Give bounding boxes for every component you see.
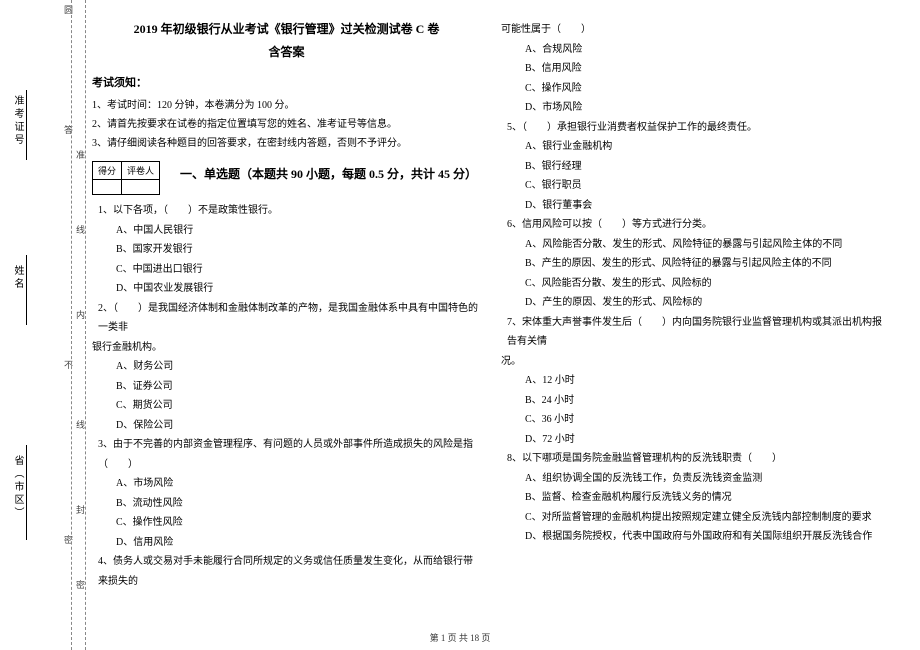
score-table: 得分 评卷人	[92, 161, 160, 195]
page-footer: 第 1 页 共 18 页	[0, 631, 920, 644]
notice-heading: 考试须知：	[92, 74, 481, 90]
q6-stem: 6、信用风险可以按（ ）等方式进行分类。	[501, 215, 890, 235]
q7-opt-d: D、72 小时	[501, 430, 890, 450]
field-province: 省（市区）	[10, 455, 25, 520]
q8-opt-b: B、监督、检查金融机构履行反洗钱义务的情况	[501, 488, 890, 508]
q1-stem: 1、以下各项，（ ）不是政策性银行。	[92, 201, 481, 221]
score-section-row: 得分 评卷人 一、单选题（本题共 90 小题，每题 0.5 分，共计 45 分）	[92, 161, 481, 195]
q5-stem: 5、（ ）承担银行业消费者权益保护工作的最终责任。	[501, 118, 890, 138]
q8-opt-c: C、对所监督管理的金融机构提出按照规定建立健全反洗钱内部控制制度的要求	[501, 508, 890, 528]
binding-inner-mark-5: 封	[74, 505, 87, 520]
q5-opt-a: A、银行业金融机构	[501, 137, 890, 157]
score-header-score: 得分	[93, 162, 122, 180]
q7-opt-a: A、12 小时	[501, 371, 890, 391]
q8-stem: 8、以下哪项是国务院金融监督管理机构的反洗钱职责（ ）	[501, 449, 890, 469]
section-1-heading: 一、单选题（本题共 90 小题，每题 0.5 分，共计 45 分）	[180, 165, 477, 182]
q7-opt-b: B、24 小时	[501, 391, 890, 411]
q3-opt-b: B、流动性风险	[92, 494, 481, 514]
binding-mark-3: 不	[62, 360, 75, 375]
binding-inner-mark-4: 线	[74, 420, 87, 435]
q3-opt-c: C、操作性风险	[92, 513, 481, 533]
left-column: 2019 年初级银行从业考试《银行管理》过关检测试卷 C 卷 含答案 考试须知：…	[92, 20, 481, 620]
q8-opt-a: A、组织协调全国的反洗钱工作，负责反洗钱资金监测	[501, 469, 890, 489]
underline-province	[26, 445, 27, 540]
q7-stem-cont: 况。	[501, 352, 890, 372]
field-name: 姓名	[10, 265, 25, 291]
q1-opt-c: C、中国进出口银行	[92, 260, 481, 280]
q4-opt-c: C、操作风险	[501, 79, 890, 99]
q3-opt-d: D、信用风险	[92, 533, 481, 553]
binding-mark-4: 密	[62, 535, 75, 550]
score-cell-grader	[122, 180, 160, 195]
q2-stem: 2、（ ）是我国经济体制和金融体制改革的产物，是我国金融体系中具有中国特色的一类…	[92, 299, 481, 338]
q2-opt-a: A、财务公司	[92, 357, 481, 377]
underline-ticket	[26, 90, 27, 160]
q6-opt-d: D、产生的原因、发生的形式、风险标的	[501, 293, 890, 313]
q2-stem-cont: 银行金融机构。	[92, 338, 481, 358]
binding-mark-1: 圆	[62, 5, 75, 20]
field-ticket-number: 准考证号	[10, 95, 25, 147]
binding-mark-2: 答	[62, 125, 75, 140]
q4-opt-b: B、信用风险	[501, 59, 890, 79]
exam-subtitle: 含答案	[92, 43, 481, 60]
q1-opt-d: D、中国农业发展银行	[92, 279, 481, 299]
q1-opt-a: A、中国人民银行	[92, 221, 481, 241]
binding-inner-mark-2: 线	[74, 225, 87, 240]
content-area: 2019 年初级银行从业考试《银行管理》过关检测试卷 C 卷 含答案 考试须知：…	[92, 20, 890, 620]
q2-opt-c: C、期货公司	[92, 396, 481, 416]
q2-opt-b: B、证券公司	[92, 377, 481, 397]
binding-inner-mark-3: 内	[74, 310, 87, 325]
q6-opt-c: C、风险能否分散、发生的形式、风险标的	[501, 274, 890, 294]
q3-stem: 3、由于不完善的内部资金管理程序、有问题的人员或外部事件所造成损失的风险是指（ …	[92, 435, 481, 474]
score-cell-score	[93, 180, 122, 195]
q6-opt-b: B、产生的原因、发生的形式、风险特征的暴露与引起风险主体的不同	[501, 254, 890, 274]
q5-opt-c: C、银行职员	[501, 176, 890, 196]
notice-line-1: 1、考试时间：120 分钟，本卷满分为 100 分。	[92, 96, 481, 115]
q7-stem: 7、宋体重大声誉事件发生后（ ）内向国务院银行业监督管理机构或其派出机构报告有关…	[501, 313, 890, 352]
notice-line-2: 2、请首先按要求在试卷的指定位置填写您的姓名、准考证号等信息。	[92, 115, 481, 134]
q2-opt-d: D、保险公司	[92, 416, 481, 436]
q5-opt-d: D、银行董事会	[501, 196, 890, 216]
q4-stem: 4、债务人或交易对手未能履行合同所规定的义务或信任质量发生变化，从而给银行带来损…	[92, 552, 481, 591]
q4-opt-a: A、合规风险	[501, 40, 890, 60]
q4-opt-d: D、市场风险	[501, 98, 890, 118]
q5-opt-b: B、银行经理	[501, 157, 890, 177]
binding-inner-mark-1: 准	[74, 150, 87, 165]
underline-name	[26, 255, 27, 325]
q8-opt-d: D、根据国务院授权，代表中国政府与外国政府和有关国际组织开展反洗钱合作	[501, 527, 890, 547]
q7-opt-c: C、36 小时	[501, 410, 890, 430]
score-header-grader: 评卷人	[122, 162, 160, 180]
q6-opt-a: A、风险能否分散、发生的形式、风险特征的暴露与引起风险主体的不同	[501, 235, 890, 255]
binding-inner-mark-6: 密	[74, 580, 87, 595]
exam-title: 2019 年初级银行从业考试《银行管理》过关检测试卷 C 卷	[92, 20, 481, 37]
q3-opt-a: A、市场风险	[92, 474, 481, 494]
q1-opt-b: B、国家开发银行	[92, 240, 481, 260]
notice-line-3: 3、请仔细阅读各种题目的回答要求，在密封线内答题，否则不予评分。	[92, 134, 481, 153]
q4-stem-cont: 可能性属于（ ）	[501, 20, 890, 40]
right-column: 可能性属于（ ） A、合规风险 B、信用风险 C、操作风险 D、市场风险 5、（…	[501, 20, 890, 620]
